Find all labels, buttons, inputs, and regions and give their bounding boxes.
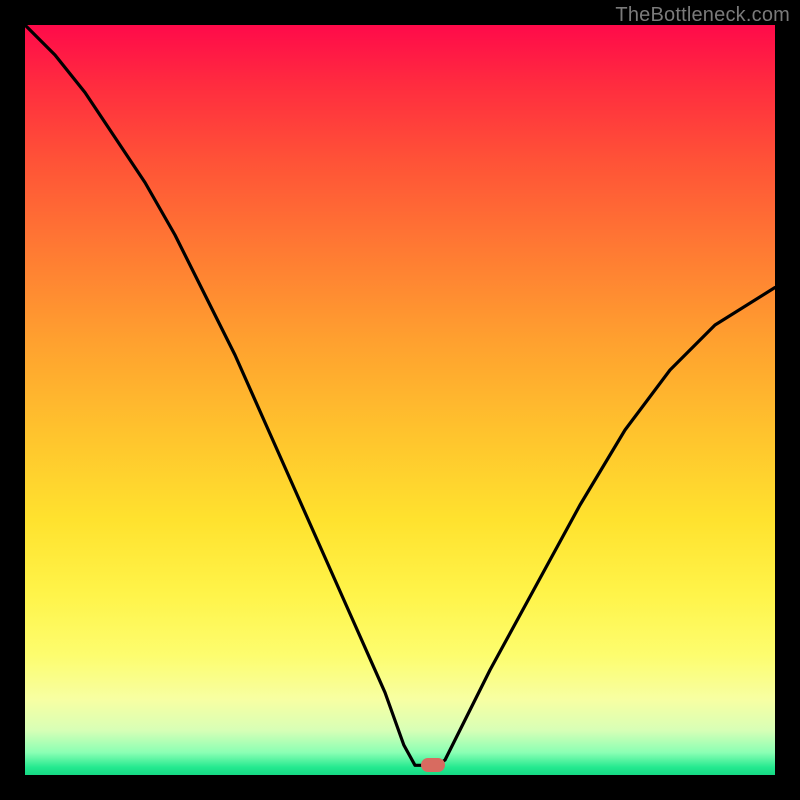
chart-frame: TheBottleneck.com — [0, 0, 800, 800]
min-marker — [421, 758, 445, 772]
curve-path — [25, 25, 775, 765]
plot-area — [25, 25, 775, 775]
bottleneck-curve — [25, 25, 775, 775]
watermark-text: TheBottleneck.com — [615, 4, 790, 27]
